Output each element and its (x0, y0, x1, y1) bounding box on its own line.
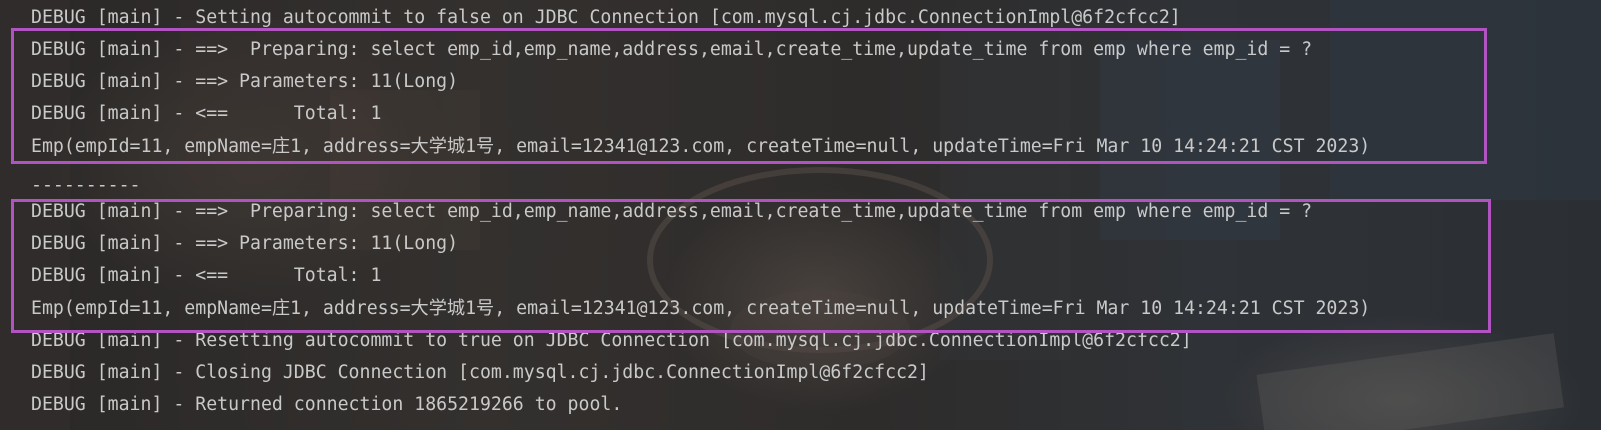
log-line: DEBUG [main] - <== Total: 1 (31, 103, 382, 124)
log-line: Emp(empId=11, empName=庄1, address=大学城1号,… (31, 298, 1371, 319)
log-line: DEBUG [main] - ==> Preparing: select emp… (31, 201, 1313, 222)
log-line: DEBUG [main] - Setting autocommit to fal… (31, 7, 1181, 28)
log-line: DEBUG [main] - <== Total: 1 (31, 265, 382, 286)
log-line: Emp(empId=11, empName=庄1, address=大学城1号,… (31, 136, 1371, 157)
console-output-panel[interactable]: DEBUG [main] - Setting autocommit to fal… (0, 0, 1601, 430)
log-line: DEBUG [main] - ==> Parameters: 11(Long) (31, 233, 459, 254)
log-line: DEBUG [main] - ==> Parameters: 11(Long) (31, 71, 459, 92)
log-line: DEBUG [main] - ==> Preparing: select emp… (31, 39, 1313, 60)
log-line: DEBUG [main] - Closing JDBC Connection [… (31, 362, 929, 383)
log-line: DEBUG [main] - Resetting autocommit to t… (31, 330, 1192, 351)
log-line: DEBUG [main] - Returned connection 18652… (31, 394, 623, 415)
